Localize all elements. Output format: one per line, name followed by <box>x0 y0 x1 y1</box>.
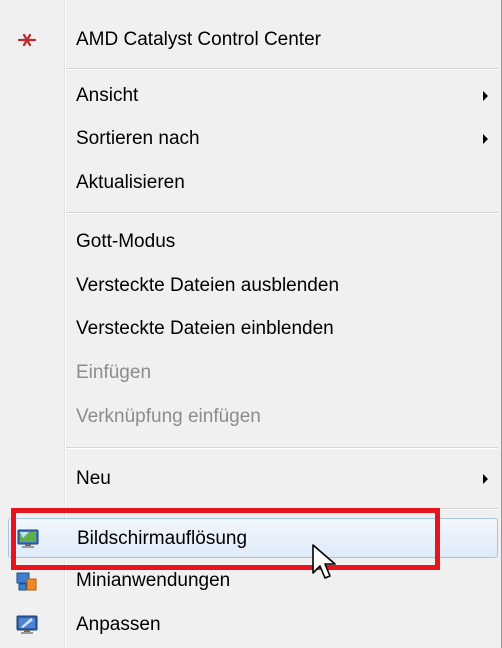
menu-item-einfuegen: Einfügen <box>8 353 498 393</box>
menu-item-label: Einfügen <box>76 362 152 383</box>
submenu-arrow-icon <box>483 91 488 101</box>
menu-item-label: Verknüpfung einfügen <box>76 406 261 427</box>
menu-item-label: Versteckte Dateien einblenden <box>76 318 334 339</box>
menu-item-sortieren-nach[interactable]: Sortieren nach <box>8 119 498 159</box>
gadgets-icon <box>16 572 37 591</box>
menu-item-label: AMD Catalyst Control Center <box>76 29 321 50</box>
mouse-pointer-icon <box>312 544 336 579</box>
menu-item-gott-modus[interactable]: Gott-Modus <box>8 222 498 262</box>
menu-item-versteckte-dateien-ausblenden[interactable]: Versteckte Dateien ausblenden <box>8 266 498 306</box>
menu-item-amd-catalyst[interactable]: AMD Catalyst Control Center <box>8 20 498 60</box>
menu-item-label: Neu <box>76 468 111 489</box>
menu-separator <box>66 68 498 70</box>
amd-catalyst-icon <box>17 33 37 47</box>
menu-item-anpassen[interactable]: Anpassen <box>8 605 498 645</box>
menu-item-label: Versteckte Dateien ausblenden <box>76 275 340 296</box>
menu-separator <box>66 447 498 449</box>
menu-separator <box>66 212 498 214</box>
menu-item-ansicht[interactable]: Ansicht <box>8 76 498 116</box>
menu-item-neu[interactable]: Neu <box>8 459 498 499</box>
menu-item-versteckte-dateien-einblenden[interactable]: Versteckte Dateien einblenden <box>8 309 498 349</box>
menu-item-label: Aktualisieren <box>76 172 185 193</box>
submenu-arrow-icon <box>483 134 488 144</box>
menu-item-aktualisieren[interactable]: Aktualisieren <box>8 163 498 203</box>
personalize-icon <box>16 615 38 634</box>
menu-item-label: Anpassen <box>76 614 161 635</box>
menu-item-label: Sortieren nach <box>76 128 200 149</box>
menu-item-label: Gott-Modus <box>76 231 176 252</box>
submenu-arrow-icon <box>483 474 488 484</box>
menu-item-verknuepfung-einfuegen: Verknüpfung einfügen <box>8 397 498 437</box>
menu-item-label: Ansicht <box>76 85 139 106</box>
highlight-box <box>11 508 440 570</box>
